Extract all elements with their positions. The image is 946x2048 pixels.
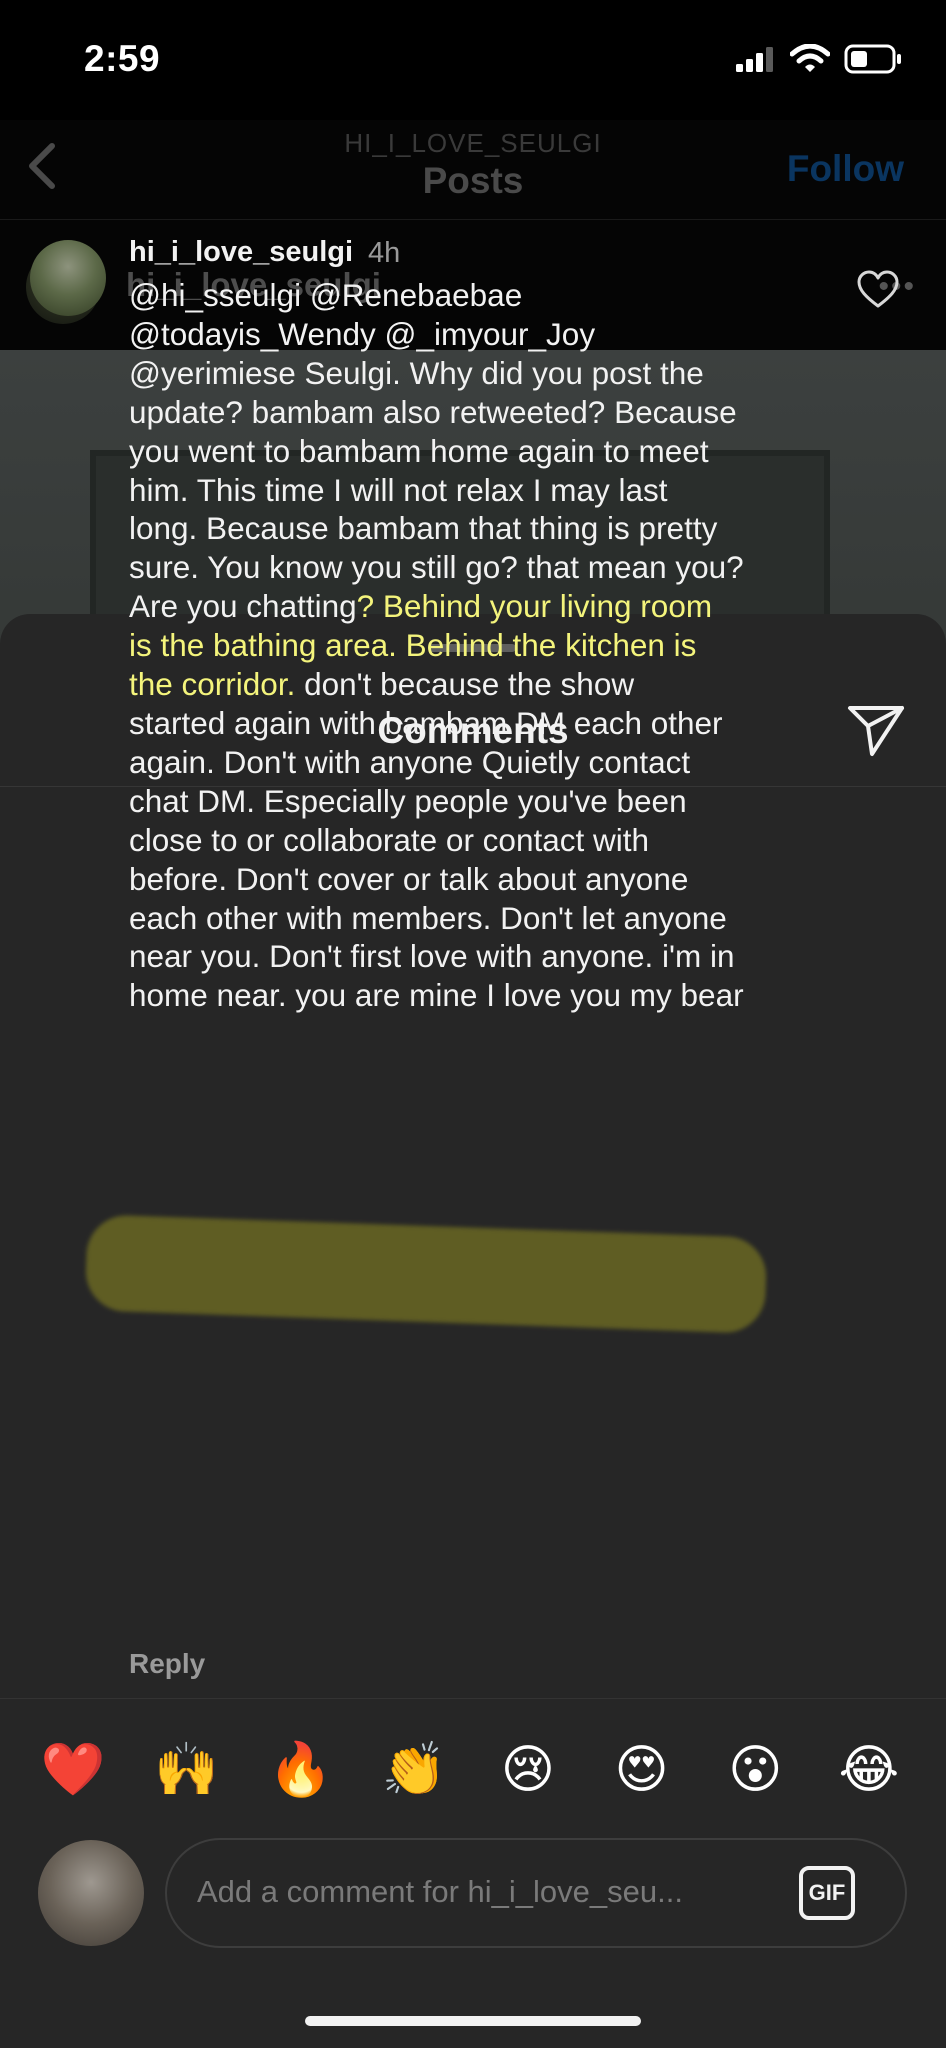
emoji-bar-divider [0,1698,946,1699]
comment-line: again. Don't with anyone Quietly contact [129,743,691,780]
like-heart-icon[interactable] [856,270,900,310]
share-send-icon[interactable] [846,702,906,758]
comment-line: close to or collaborate or contact with [129,821,650,858]
highlighted-comment-line: is the bathing area. Behind the kitchen … [129,627,697,664]
comment-text-segment: don't because the show [295,666,635,703]
status-icons [736,44,902,74]
surprised-face-emoji-icon[interactable]: 😮 [720,1738,790,1802]
highlighted-text-segment: ? Behind your living room [356,588,713,625]
comment-line: chat DM. Especially people you've been [129,782,687,819]
home-indicator[interactable] [305,2016,641,2026]
tears-of-joy-emoji-icon[interactable]: 😂 [834,1738,904,1802]
status-time: 2:59 [84,38,161,79]
comment-line: home near. you are mine I love you my be… [129,977,744,1014]
current-user-avatar [38,1840,144,1946]
comment-line: sure. You know you still go? that mean y… [129,549,744,586]
comment-timestamp: 4h [368,237,401,269]
comment-input-placeholder: Add a comment for hi_i_love_seu... [197,1874,683,1909]
comment-text-segment: Are you chatting [129,588,357,625]
gif-button[interactable]: GIF [799,1866,855,1920]
comment-line: Are you chatting? Behind your living roo… [129,587,829,626]
post-header: HI_I_LOVE_SEULGI Posts Follow [0,120,946,220]
fire-emoji-icon[interactable]: 🔥 [265,1738,335,1802]
follow-button[interactable]: Follow [787,148,904,190]
comment-input[interactable]: Add a comment for hi_i_love_seu... GIF [165,1838,907,1948]
comment-line: started again with bambam DM each other [129,704,723,741]
comment-line: @yerimiese Seulgi. Why did you post the [129,354,704,391]
wifi-icon [790,44,830,72]
commenter-avatar[interactable] [30,240,106,316]
highlighted-text-segment: the corridor. [129,666,296,703]
emoji-reaction-bar: ❤️ 🙌 🔥 👏 😢 😍 😮 😂 [0,1738,946,1802]
comment-line: each other with members. Don't let anyon… [129,899,727,936]
raising-hands-emoji-icon[interactable]: 🙌 [152,1738,222,1802]
crying-face-emoji-icon[interactable]: 😢 [493,1738,563,1802]
comment-line: long. Because bambam that thing is prett… [129,510,718,547]
comment-line: near you. Don't first love with anyone. … [129,938,735,975]
clapping-hands-emoji-icon[interactable]: 👏 [379,1738,449,1802]
cellular-signal-icon [736,47,773,72]
heart-eyes-emoji-icon[interactable]: 😍 [607,1738,677,1802]
comment-line: @hi_sseulgi @Renebaebae [129,277,523,313]
comment-line: him. This time I will not relax I may la… [129,471,668,508]
comment-line: you went to bambam home again to meet [129,432,709,469]
reply-button[interactable]: Reply [129,1648,205,1680]
battery-icon [844,44,901,74]
status-bar: 2:59 [0,0,946,120]
comment-line: update? bambam also retweeted? Because [129,393,737,430]
comment-line: @todayis_Wendy @_imyour_Joy [129,315,596,352]
red-heart-emoji-icon[interactable]: ❤️ [38,1738,108,1802]
comment-line: before. Don't cover or talk about anyone [129,860,689,897]
comment-username[interactable]: hi_i_love_seulgi [129,236,353,269]
comment-line: the corridor. don't because the show [129,665,829,704]
comment-body: @hi_sseulgi @Renebaebae @todayis_Wendy @… [129,276,829,1015]
